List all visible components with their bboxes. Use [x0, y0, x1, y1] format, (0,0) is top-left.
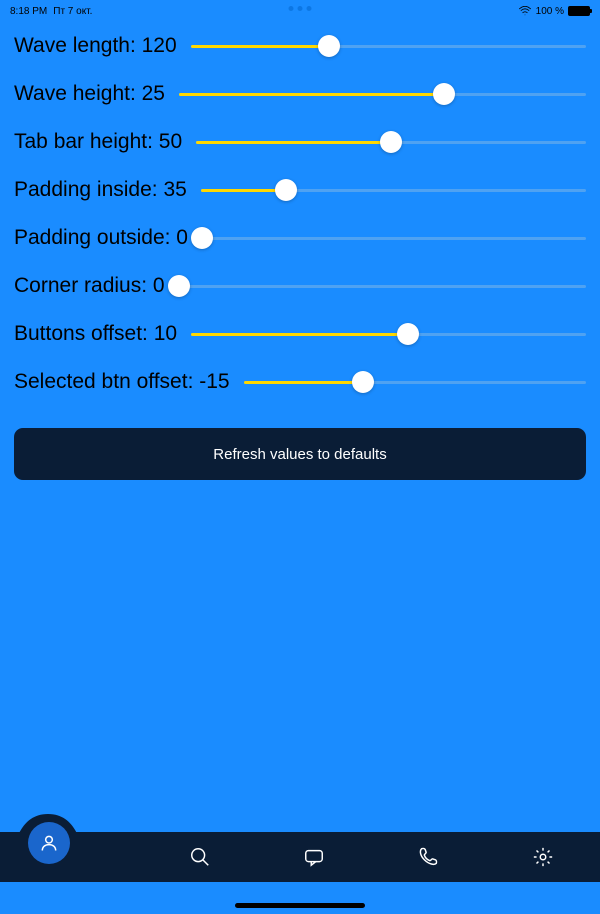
refresh-defaults-button[interactable]: Refresh values to defaults — [14, 428, 586, 480]
slider-label: Tab bar height: 50 — [14, 130, 182, 154]
slider-label: Padding outside: 0 — [14, 226, 188, 250]
slider-row-tab-bar-height: Tab bar height: 50 — [14, 130, 586, 154]
slider-fill — [196, 141, 391, 144]
home-indicator — [235, 903, 365, 908]
slider-label: Wave length: 120 — [14, 34, 177, 58]
slider-label: Buttons offset: 10 — [14, 322, 177, 346]
tab-bar-container — [0, 832, 600, 882]
tab-person-selected[interactable] — [28, 822, 70, 864]
battery-percent: 100 % — [536, 6, 564, 17]
slider[interactable] — [201, 180, 586, 200]
status-time: 8:18 PM — [10, 6, 47, 17]
slider-thumb[interactable] — [318, 35, 340, 57]
search-icon — [189, 846, 211, 868]
slider-fill — [179, 93, 444, 96]
slider-row-padding-inside: Padding inside: 35 — [14, 178, 586, 202]
wifi-icon — [518, 6, 532, 16]
tab-bar — [0, 832, 600, 882]
slider-fill — [191, 333, 408, 336]
person-icon — [39, 833, 59, 853]
slider-row-selected-btn-offset: Selected btn offset: -15 — [14, 370, 586, 394]
slider-row-wave-length: Wave length: 120 — [14, 34, 586, 58]
refresh-button-label: Refresh values to defaults — [213, 446, 386, 463]
battery-icon — [568, 6, 590, 16]
tab-phone[interactable] — [417, 846, 439, 868]
slider-thumb[interactable] — [380, 131, 402, 153]
phone-icon — [417, 846, 439, 868]
slider-row-padding-outside: Padding outside: 0 — [14, 226, 586, 250]
slider-thumb[interactable] — [397, 323, 419, 345]
slider-label: Selected btn offset: -15 — [14, 370, 230, 394]
slider-thumb[interactable] — [433, 83, 455, 105]
chat-icon — [303, 846, 325, 868]
slider-row-buttons-offset: Buttons offset: 10 — [14, 322, 586, 346]
tab-chat[interactable] — [303, 846, 325, 868]
slider[interactable] — [179, 84, 586, 104]
slider-fill — [201, 189, 286, 192]
slider-thumb[interactable] — [168, 275, 190, 297]
status-date: Пт 7 окт. — [53, 6, 92, 17]
multitask-dots — [289, 6, 312, 11]
slider-thumb[interactable] — [352, 371, 374, 393]
tab-settings[interactable] — [532, 846, 554, 868]
slider[interactable] — [191, 36, 586, 56]
slider-row-corner-radius: Corner radius: 0 — [14, 274, 586, 298]
tab-search[interactable] — [189, 846, 211, 868]
slider[interactable] — [179, 276, 586, 296]
slider-thumb[interactable] — [275, 179, 297, 201]
slider-track — [179, 285, 586, 288]
slider[interactable] — [244, 372, 586, 392]
slider[interactable] — [191, 324, 586, 344]
slider-thumb[interactable] — [191, 227, 213, 249]
slider[interactable] — [202, 228, 586, 248]
settings-panel: Wave length: 120 Wave height: 25 Tab bar h… — [0, 22, 600, 394]
gear-icon — [532, 846, 554, 868]
status-bar: 8:18 PM Пт 7 окт. 100 % — [0, 0, 600, 22]
slider-fill — [191, 45, 329, 48]
slider-track — [202, 237, 586, 240]
slider[interactable] — [196, 132, 586, 152]
slider-label: Padding inside: 35 — [14, 178, 187, 202]
slider-fill — [244, 381, 364, 384]
slider-label: Corner radius: 0 — [14, 274, 165, 298]
slider-label: Wave height: 25 — [14, 82, 165, 106]
slider-row-wave-height: Wave height: 25 — [14, 82, 586, 106]
